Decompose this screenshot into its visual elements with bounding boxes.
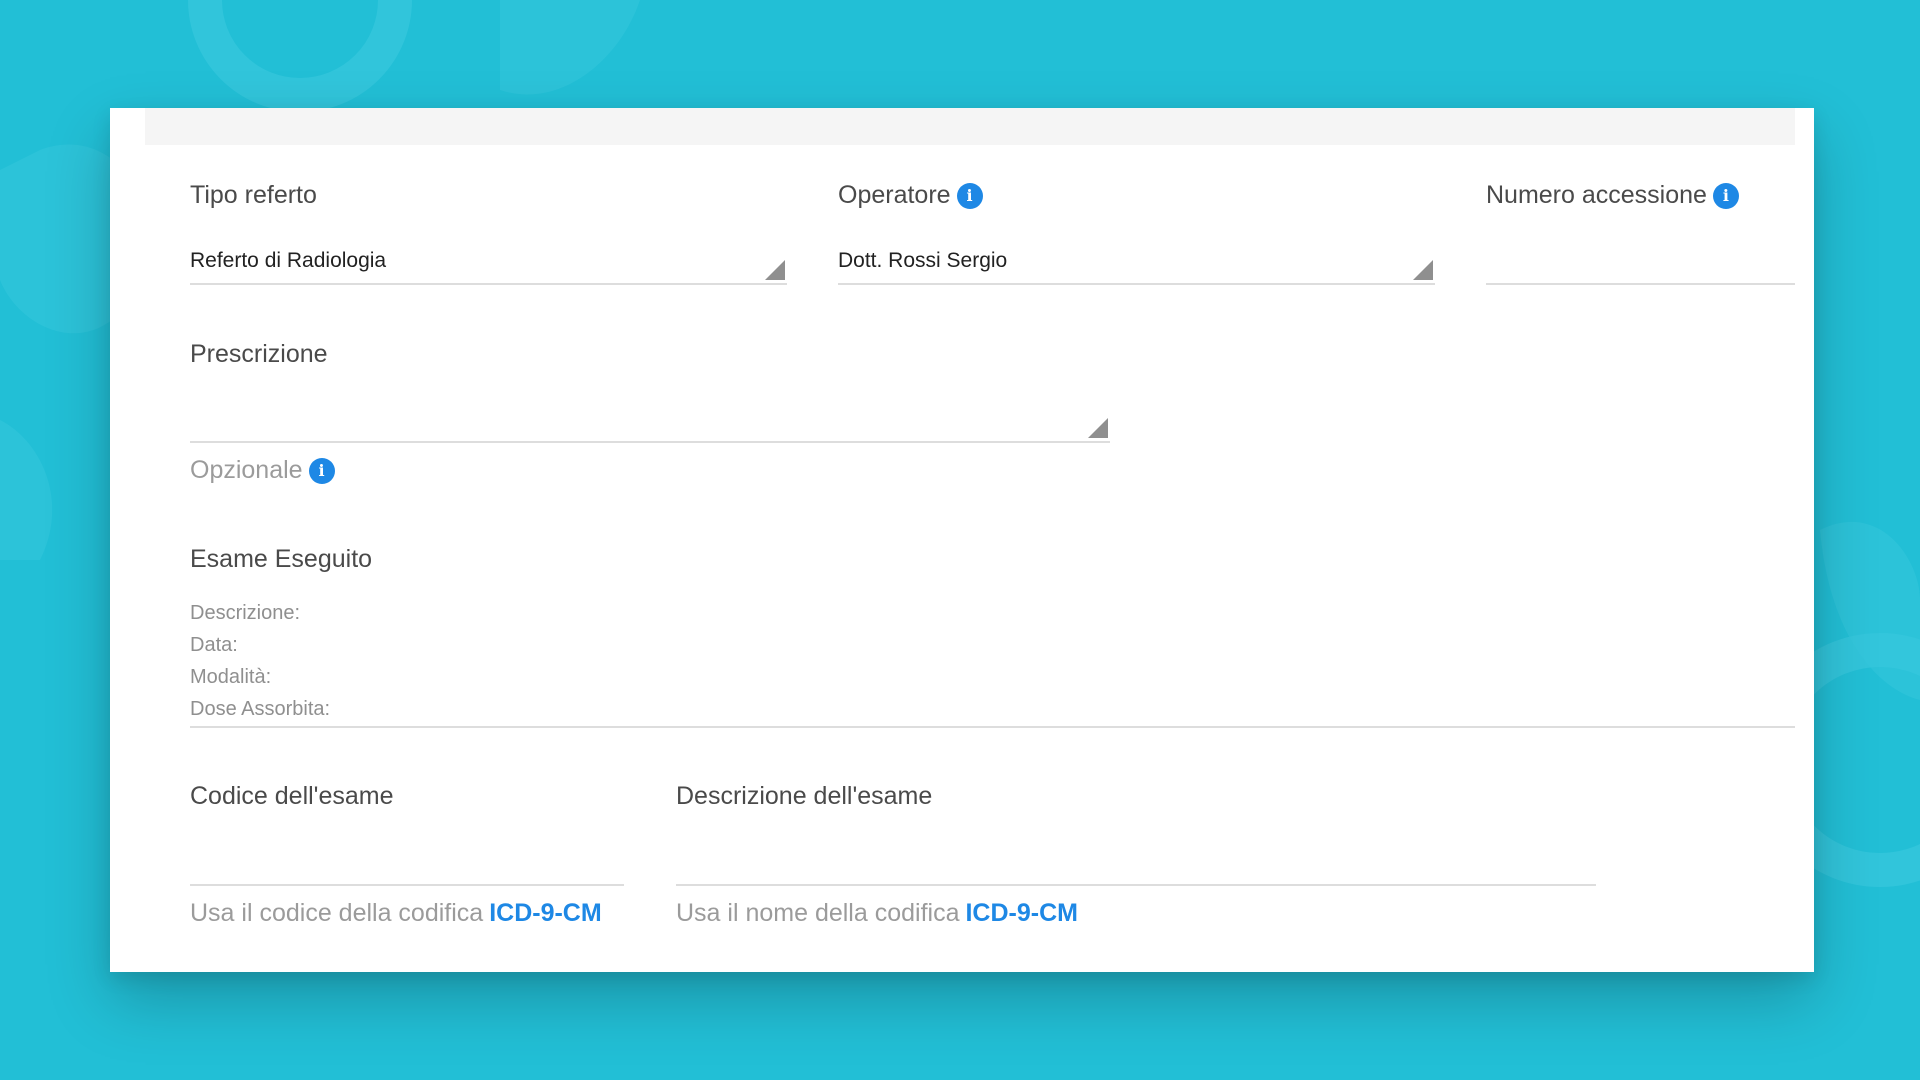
descrizione-esame-label: Descrizione dell'esame xyxy=(676,782,932,811)
codice-esame-hint: Usa il codice della codifica ICD-9-CM xyxy=(190,899,602,928)
descrizione-esame-hint: Usa il nome della codifica ICD-9-CM xyxy=(676,899,1078,928)
info-icon[interactable]: i xyxy=(1712,182,1739,209)
tipo-referto-label: Tipo referto xyxy=(190,181,317,210)
dropdown-caret-icon xyxy=(1088,418,1108,438)
codice-esame-underline xyxy=(190,884,624,886)
icd-9-cm-link[interactable]: ICD-9-CM xyxy=(489,899,602,928)
descrizione-esame-underline xyxy=(676,884,1596,886)
info-icon[interactable]: i xyxy=(308,457,335,484)
tipo-referto-label-text: Tipo referto xyxy=(190,181,317,209)
tipo-referto-underline xyxy=(190,283,787,285)
esame-modalita: Modalità: xyxy=(190,666,272,688)
icd-9-cm-link[interactable]: ICD-9-CM xyxy=(965,899,1078,928)
esame-data: Data: xyxy=(190,634,238,656)
prescrizione-label: Prescrizione xyxy=(190,340,328,369)
info-icon[interactable]: i xyxy=(956,182,983,209)
operatore-label-text: Operatore xyxy=(838,181,951,209)
prescrizione-select[interactable] xyxy=(190,398,1110,452)
codice-esame-label-text: Codice dell'esame xyxy=(190,782,394,810)
esame-eseguito-title: Esame Eseguito xyxy=(190,545,372,574)
numero-accessione-underline xyxy=(1486,283,1795,285)
codice-esame-input[interactable] xyxy=(190,828,624,874)
operatore-value: Dott. Rossi Sergio xyxy=(838,249,1008,272)
esame-descrizione: Descrizione: xyxy=(190,602,301,624)
card-edge xyxy=(1795,108,1814,972)
dropdown-caret-icon xyxy=(1413,260,1433,280)
dropdown-caret-icon xyxy=(765,260,785,280)
descrizione-esame-label-text: Descrizione dell'esame xyxy=(676,782,933,810)
descrizione-esame-input[interactable] xyxy=(676,828,1596,874)
esame-eseguito-title-text: Esame Eseguito xyxy=(190,545,373,573)
esame-dose: Dose Assorbita: xyxy=(190,698,331,720)
numero-accessione-label: Numero accessione i xyxy=(1486,181,1739,210)
numero-accessione-input[interactable] xyxy=(1486,238,1795,284)
report-form-card: Tipo referto Referto di Radiologia Opera… xyxy=(110,108,1814,972)
prescrizione-underline xyxy=(190,441,1110,443)
codice-esame-label: Codice dell'esame xyxy=(190,782,394,811)
esame-eseguito-divider xyxy=(190,726,1795,728)
prescrizione-hint: Opzionale i xyxy=(190,456,335,485)
operatore-underline xyxy=(838,283,1435,285)
card-header-bar xyxy=(145,108,1795,145)
operatore-label: Operatore i xyxy=(838,181,983,210)
numero-accessione-label-text: Numero accessione xyxy=(1486,181,1707,209)
opzionale-text: Opzionale xyxy=(190,456,303,484)
tipo-referto-value: Referto di Radiologia xyxy=(190,249,387,272)
codice-esame-hint-text: Usa il codice della codifica xyxy=(190,899,484,927)
descrizione-esame-hint-text: Usa il nome della codifica xyxy=(676,899,960,927)
prescrizione-label-text: Prescrizione xyxy=(190,340,328,368)
